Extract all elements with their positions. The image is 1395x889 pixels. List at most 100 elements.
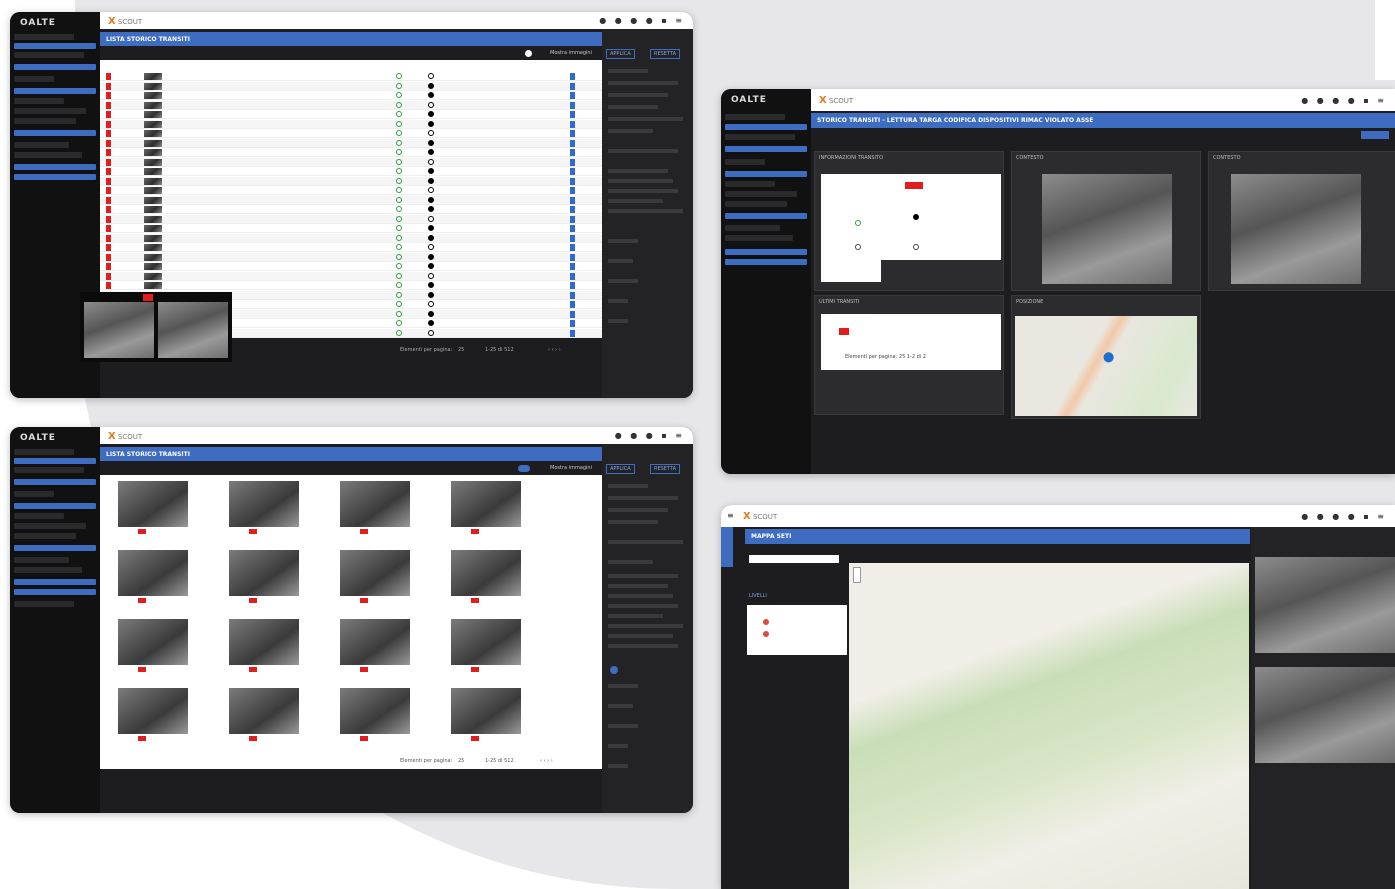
sidebar-item[interactable] [14,513,64,519]
transit-image-tile[interactable] [340,688,410,734]
table-row[interactable] [100,205,602,214]
toolbar-icons[interactable]: ● ● ● ● ▪ ≡ [1301,512,1387,521]
sidebar-item[interactable] [14,557,69,563]
vehicle-thumbnail[interactable] [144,196,162,204]
rows-per-page-select[interactable]: 25 [458,758,464,764]
sidebar-item[interactable] [14,449,74,455]
transit-image-tile[interactable] [451,481,521,527]
vehicle-thumbnail[interactable] [144,101,162,109]
vehicle-thumbnail[interactable] [144,263,162,270]
document-icon[interactable] [570,177,575,185]
sidebar-item[interactable] [725,259,807,265]
reset-button[interactable]: RESETTA [650,49,681,59]
filter-field[interactable] [608,624,683,628]
table-row[interactable] [100,81,602,91]
table-row[interactable] [100,176,602,186]
table-row[interactable] [100,138,602,148]
document-icon[interactable] [570,244,575,251]
vehicle-thumbnail[interactable] [144,253,162,261]
sidebar-item[interactable] [725,235,793,241]
filter-field[interactable] [608,684,638,688]
document-icon[interactable] [570,158,575,166]
transit-image-tile[interactable] [118,619,188,665]
sidebar-item[interactable] [14,88,96,94]
table-row[interactable] [100,233,602,243]
document-icon[interactable] [570,206,575,213]
transit-image-tile[interactable] [340,481,410,527]
toolbar-icons[interactable]: ● ● ● ● ▪ ≡ [1301,96,1387,105]
table-row[interactable] [100,262,602,271]
table-row[interactable] [100,148,602,157]
apply-button[interactable]: APPLICA [606,464,635,474]
document-icon[interactable] [570,225,575,232]
sidebar-item[interactable] [14,118,76,124]
sidebar-item[interactable] [725,124,807,130]
sidebar-item[interactable] [14,579,96,585]
filter-field[interactable] [608,764,628,768]
zoom-control[interactable] [853,567,861,583]
document-icon[interactable] [570,101,575,109]
filter-field[interactable] [608,279,638,283]
sidebar-item[interactable] [725,191,797,197]
toolbar-icons[interactable]: ● ● ● ● ▪ ≡ [599,16,685,25]
table-row[interactable] [100,271,602,281]
sidebar-item[interactable] [14,589,96,595]
sidebar-item[interactable] [14,108,86,114]
toggle-switch[interactable] [518,465,530,472]
filter-field[interactable] [608,744,628,748]
sidebar-item[interactable] [725,146,807,152]
sidebar-item[interactable] [14,523,86,529]
sidebar-item[interactable] [14,34,74,40]
sidebar-item[interactable] [14,567,82,573]
sidebar-item[interactable] [14,479,96,485]
table-row[interactable] [100,186,602,195]
document-icon[interactable] [570,329,575,337]
filter-field[interactable] [608,81,678,85]
document-icon[interactable] [570,73,575,80]
vehicle-thumbnail[interactable] [144,206,162,213]
pager-indicator[interactable] [610,666,618,674]
sidebar-item[interactable] [14,601,74,607]
table-row[interactable] [100,72,602,81]
sidebar-item[interactable] [14,64,96,70]
filter-field[interactable] [608,129,653,133]
sidebar-item[interactable] [14,130,96,136]
vehicle-thumbnail[interactable] [144,225,162,232]
transit-image-tile[interactable] [229,688,299,734]
vehicle-thumbnail[interactable] [144,130,162,137]
toggle-switch[interactable] [525,50,532,57]
document-icon[interactable] [570,139,575,147]
reset-button[interactable]: RESETTA [650,464,681,474]
filter-field[interactable] [608,584,668,588]
transit-image-tile[interactable] [118,688,188,734]
table-row[interactable] [100,110,602,119]
table-row[interactable] [100,281,602,290]
vehicle-thumbnail[interactable] [144,92,162,99]
filter-field[interactable] [608,614,663,618]
table-row[interactable] [100,167,602,176]
filter-field[interactable] [608,704,633,708]
document-icon[interactable] [570,130,575,137]
filter-field[interactable] [608,634,673,638]
table-row[interactable] [100,129,602,138]
filter-field[interactable] [608,520,658,524]
vehicle-thumbnail[interactable] [144,272,162,280]
document-icon[interactable] [570,168,575,175]
sidebar-item[interactable] [725,201,787,207]
filter-field[interactable] [608,724,638,728]
document-icon[interactable] [570,234,575,242]
sidebar-item[interactable] [725,114,785,120]
sidebar-item[interactable] [14,458,96,464]
vehicle-thumbnail[interactable] [144,120,162,128]
sidebar-item[interactable] [14,52,84,58]
document-icon[interactable] [570,111,575,118]
transit-image-tile[interactable] [340,550,410,596]
document-icon[interactable] [570,263,575,270]
sidebar-item[interactable] [725,171,807,177]
document-icon[interactable] [570,187,575,194]
position-map[interactable]: ⬤ [1015,316,1197,416]
filter-field[interactable] [608,169,668,173]
sidebar-item[interactable] [14,76,54,82]
vehicle-thumbnail[interactable] [144,139,162,147]
filter-field[interactable] [608,484,648,488]
